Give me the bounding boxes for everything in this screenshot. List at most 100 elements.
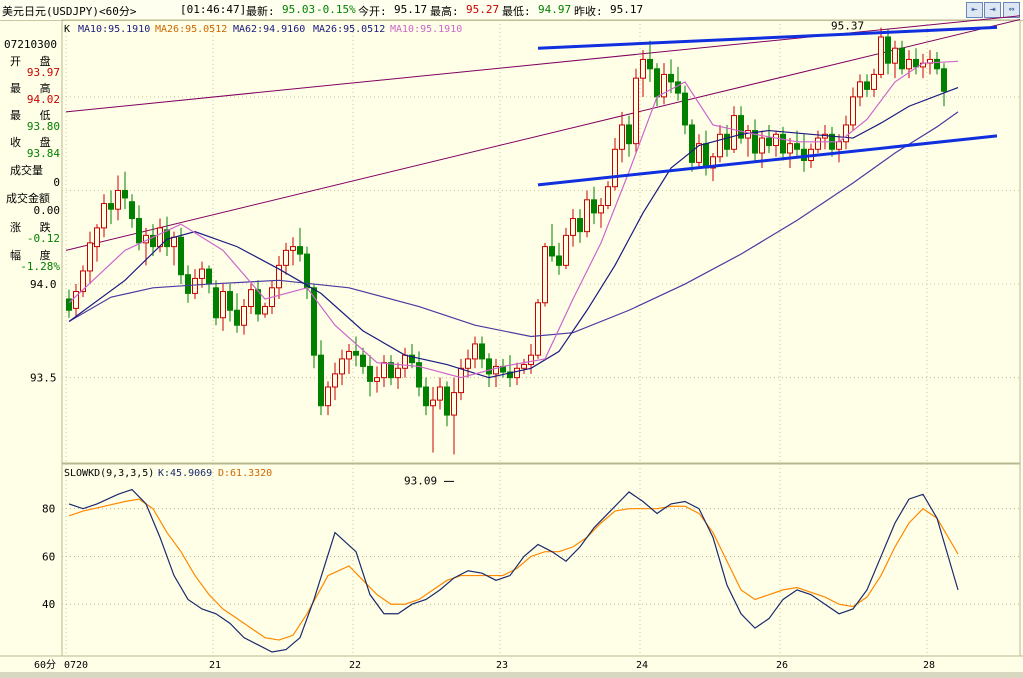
candle-body [528, 354, 534, 366]
candle-body [458, 367, 464, 394]
channel-lines [65, 15, 1021, 251]
ma10-line [68, 60, 959, 379]
candle-body [108, 203, 114, 210]
date-tick-label: 23 [496, 660, 508, 671]
legend-k: K [64, 24, 70, 35]
candle-body [717, 133, 723, 158]
candle-body [115, 189, 121, 210]
moving-averages [68, 60, 959, 379]
kd-k-line [68, 488, 959, 653]
candle-body [374, 377, 380, 382]
candle-body [598, 204, 604, 214]
period-label: 60分 [34, 659, 56, 671]
candle-body [668, 73, 674, 83]
candle-body [885, 36, 891, 64]
date-tick-label: 21 [209, 660, 221, 671]
candle-body [360, 354, 366, 367]
candle-body [297, 246, 303, 255]
candle-body [591, 199, 597, 214]
kd-panel-frame [61, 463, 1021, 657]
ma26-legend: MA26:95.0512 [155, 24, 227, 35]
candle-body [339, 358, 345, 375]
chart-area[interactable]: 94.0 93.5 80 60 40 0720 21 22 23 24 26 28 K MA10:95… [0, 0, 1023, 675]
candle-body [122, 189, 128, 199]
candle-body [185, 274, 191, 294]
candle-body [682, 92, 688, 126]
candle-body [332, 373, 338, 388]
candle-body [766, 137, 772, 147]
candle-body [843, 124, 849, 143]
candle-body [640, 58, 646, 79]
candle-body [871, 73, 877, 90]
kd-tick-label: 60 [42, 550, 55, 563]
candle-body [241, 306, 247, 326]
max-annotation: 95.37 [831, 20, 864, 33]
candle-body [318, 354, 324, 407]
candle-body [864, 81, 870, 90]
candle-body [759, 137, 765, 154]
k-legend: K [64, 24, 70, 35]
date-tick-label: 26 [776, 660, 788, 671]
candle-body [675, 81, 681, 94]
date-tick-label: 22 [349, 660, 361, 671]
candle-body [906, 58, 912, 70]
candle-body [234, 309, 240, 326]
candle-body [619, 124, 625, 150]
candle-body [780, 133, 786, 154]
candle-body [472, 343, 478, 360]
candle-body [325, 386, 331, 407]
candle-body [213, 287, 219, 319]
candle-body [353, 350, 359, 356]
candle-body [465, 358, 471, 369]
candle-body [787, 143, 793, 154]
date-tick-label: 28 [923, 660, 935, 671]
candle-body [556, 255, 562, 266]
kd-d-line [68, 498, 959, 641]
candle-body [367, 365, 373, 382]
trendline [537, 25, 998, 50]
candle-body [388, 362, 394, 379]
candle-body [178, 236, 184, 276]
candle-body [87, 242, 93, 272]
trendlines [537, 25, 998, 187]
candle-body [647, 58, 653, 70]
candle-body [731, 115, 737, 150]
candle-body [549, 246, 555, 257]
candle-body [199, 268, 205, 279]
candle-body [136, 218, 142, 244]
candle-body [892, 47, 898, 64]
candle-body [94, 227, 100, 248]
candle-body [248, 289, 254, 308]
candle-body [857, 81, 863, 98]
candle-body [395, 367, 401, 379]
candle-body [794, 143, 800, 150]
candle-body [171, 236, 177, 248]
chart-svg[interactable]: 94.0 93.5 80 60 40 0720 21 22 23 24 26 28 K MA10:95… [0, 0, 1023, 672]
candle-body [605, 186, 611, 206]
candle-body [577, 218, 583, 233]
candle-body [479, 343, 485, 360]
candle-body [584, 199, 590, 233]
candle-body [206, 268, 212, 285]
kd-name: SLOWKD(9,3,3,5) [64, 468, 154, 479]
candle-body [227, 291, 233, 311]
candle-body [836, 141, 842, 150]
candle-body [899, 47, 905, 70]
kd-d-value: D:61.3320 [218, 468, 272, 479]
kd-k-value: K:45.9069 [158, 468, 212, 479]
candle-body [878, 36, 884, 75]
candle-body [626, 124, 632, 145]
candle-body [850, 96, 856, 126]
ma26b-legend: MA26:95.0512 [313, 24, 385, 35]
kd-tick-label: 80 [42, 503, 55, 516]
channel-line [65, 19, 1021, 251]
ma62-legend: MA62:94.9160 [233, 24, 305, 35]
candle-body [290, 246, 296, 251]
candle-body [570, 218, 576, 236]
candle-body [437, 386, 443, 401]
candle-body [514, 367, 520, 379]
candle-body [934, 58, 940, 70]
candle-body [129, 201, 135, 220]
candle-body [451, 392, 457, 416]
candle-body [283, 249, 289, 266]
